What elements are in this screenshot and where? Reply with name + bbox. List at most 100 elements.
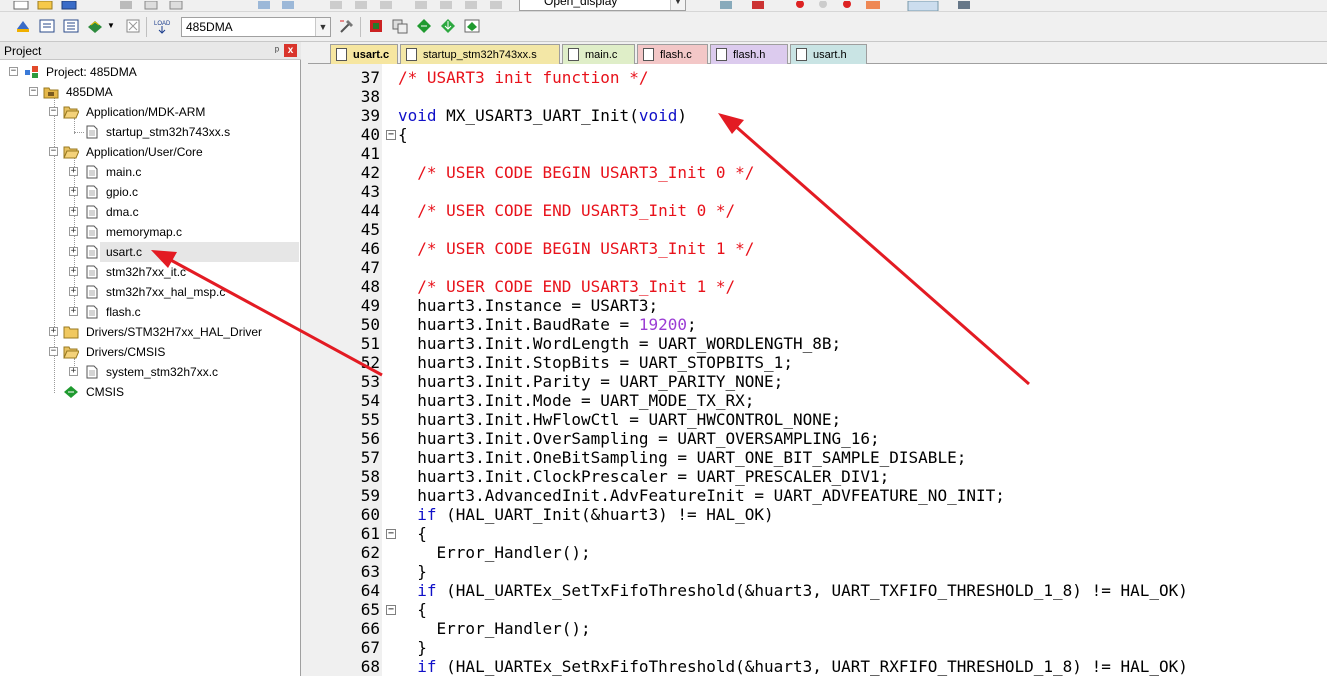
code-token: } [398,562,427,581]
find-combo-dropdown-icon[interactable]: ▼ [670,0,685,10]
translate-icon[interactable] [14,17,32,35]
expand-icon[interactable]: + [49,327,58,336]
stop-build-icon[interactable] [124,17,142,35]
line-number: 46 [360,239,380,258]
code-line: 53 huart3.Init.Parity = UART_PARITY_NONE… [308,372,1327,391]
tab-main-c[interactable]: main.c [562,44,635,64]
code-text: /* USART3 init function */ [398,68,648,87]
tree-file-dma-c[interactable]: + dma.c [0,202,300,222]
expand-icon[interactable]: + [69,187,78,196]
expand-icon[interactable]: + [69,247,78,256]
code-token: huart3.AdvancedInit.AdvFeatureInit = UAR… [398,486,1005,505]
collapse-icon[interactable]: − [29,87,38,96]
code-token: 19200 [638,315,687,334]
tree-file-hal-msp-c[interactable]: + stm32h7xx_hal_msp.c [0,282,300,302]
options-for-target-icon[interactable] [338,17,356,35]
code-line: 68 if (HAL_UARTEx_SetRxFifoThreshold(&hu… [308,657,1327,676]
tree-file-main-c[interactable]: + main.c [0,162,300,182]
tree-file-stm32h7xx-it-c[interactable]: + stm32h7xx_it.c [0,262,300,282]
rebuild-icon[interactable] [62,17,80,35]
code-line: 47 [308,258,1327,277]
tree-root-project[interactable]: − Project: 485DMA [0,62,300,82]
tree-target-485dma[interactable]: − 485DMA [0,82,300,102]
code-text: /* USER CODE BEGIN USART3_Init 0 */ [398,163,754,182]
line-number: 39 [360,106,380,125]
code-token: /* USART3 init function */ [398,68,649,87]
tab-usart-c[interactable]: usart.c [330,44,398,64]
tree-label: flash.c [106,305,141,319]
editor-tabs: usart.c startup_stm32h743xx.s main.c fla… [308,42,1327,64]
code-text: void MX_USART3_UART_Init(void) [398,106,687,125]
toolbar-separator [146,17,147,37]
tree-label: system_stm32h7xx.c [106,365,219,379]
collapse-icon[interactable]: − [49,147,58,156]
expand-icon[interactable]: + [69,207,78,216]
code-line: 58 huart3.Init.ClockPrescaler = UART_PRE… [308,467,1327,486]
line-number: 40 [360,125,380,144]
tab-flash-c[interactable]: flash.c [637,44,708,64]
tree-file-memorymap-c[interactable]: + memorymap.c [0,222,300,242]
code-token: /* USER CODE BEGIN USART3_Init 1 */ [398,239,755,258]
line-number: 38 [360,87,380,106]
expand-icon[interactable]: + [69,167,78,176]
tree-group-user-core[interactable]: − Application/User/Core [0,142,300,162]
code-editor[interactable]: 37 /* USART3 init function */ 38 39 void MX_… [308,64,1327,676]
close-icon[interactable]: x [284,44,297,57]
expand-icon[interactable]: + [69,307,78,316]
load-icon[interactable]: LOAD [153,17,171,35]
tree-group-drivers-cmsis[interactable]: − Drivers/CMSIS [0,342,300,362]
tree-file-flash-c[interactable]: + flash.c [0,302,300,322]
line-number: 41 [360,144,380,163]
code-text: huart3.Instance = USART3; [398,296,658,315]
build-icon[interactable] [38,17,56,35]
code-token: { [398,600,427,619]
line-number: 68 [360,657,380,676]
expand-icon[interactable]: + [69,267,78,276]
green-diamond-icon[interactable] [415,17,433,35]
file-extensions-icon[interactable] [367,17,385,35]
tree-file-startup[interactable]: startup_stm32h743xx.s [0,122,300,142]
pack-installer-icon[interactable] [439,17,457,35]
tab-usart-h[interactable]: usart.h [790,44,867,64]
manage-components-icon[interactable] [391,17,409,35]
collapse-icon[interactable]: − [9,67,18,76]
pin-icon[interactable]: ᵖ [275,42,279,60]
code-token: /* USER CODE END USART3_Init 0 */ [398,201,736,220]
tree-component-cmsis[interactable]: CMSIS [0,382,300,402]
expand-icon[interactable]: + [69,367,78,376]
code-line: 41 [308,144,1327,163]
code-line: 46 /* USER CODE BEGIN USART3_Init 1 */ [308,239,1327,258]
event-recorder-icon[interactable] [463,17,481,35]
tab-startup[interactable]: startup_stm32h743xx.s [400,44,560,64]
code-line: 66 Error_Handler(); [308,619,1327,638]
expand-icon[interactable]: + [69,287,78,296]
fold-toggle-icon[interactable]: − [386,605,396,615]
chevron-down-icon[interactable]: ▼ [315,18,330,36]
tree-file-usart-c[interactable]: + usart.c [0,242,300,262]
batch-build-icon[interactable] [86,17,104,35]
code-text: if (HAL_UARTEx_SetTxFifoThreshold(&huart… [398,581,1188,600]
tree-label: Application/User/Core [86,145,203,159]
code-text: /* USER CODE END USART3_Init 1 */ [398,277,735,296]
batch-dropdown-icon[interactable]: ▼ [107,21,115,30]
collapse-icon[interactable]: − [49,347,58,356]
find-combo[interactable]: Open_display ▼ [519,0,686,11]
code-token: huart3.Init.HwFlowCtl = UART_HWCONTROL_N… [398,410,842,429]
tab-flash-h[interactable]: flash.h [710,44,788,64]
target-select[interactable]: 485DMA ▼ [181,17,331,37]
expand-icon[interactable]: + [69,227,78,236]
tree-file-system-c[interactable]: + system_stm32h7xx.c [0,362,300,382]
fold-toggle-icon[interactable]: − [386,130,396,140]
line-number: 37 [360,68,380,87]
tree-group-hal-driver[interactable]: + Drivers/STM32H7xx_HAL_Driver [0,322,300,342]
code-token: huart3.Init.Mode = UART_MODE_TX_RX; [398,391,755,410]
tree-group-mdk-arm[interactable]: − Application/MDK-ARM [0,102,300,122]
cmsis-component-icon [64,386,78,398]
tree-file-gpio-c[interactable]: + gpio.c [0,182,300,202]
code-line: 59 huart3.AdvancedInit.AdvFeatureInit = … [308,486,1327,505]
line-number: 61 [360,524,380,543]
fold-toggle-icon[interactable]: − [386,529,396,539]
tab-label: flash.c [660,49,692,61]
collapse-icon[interactable]: − [49,107,58,116]
code-text: { [398,125,408,144]
